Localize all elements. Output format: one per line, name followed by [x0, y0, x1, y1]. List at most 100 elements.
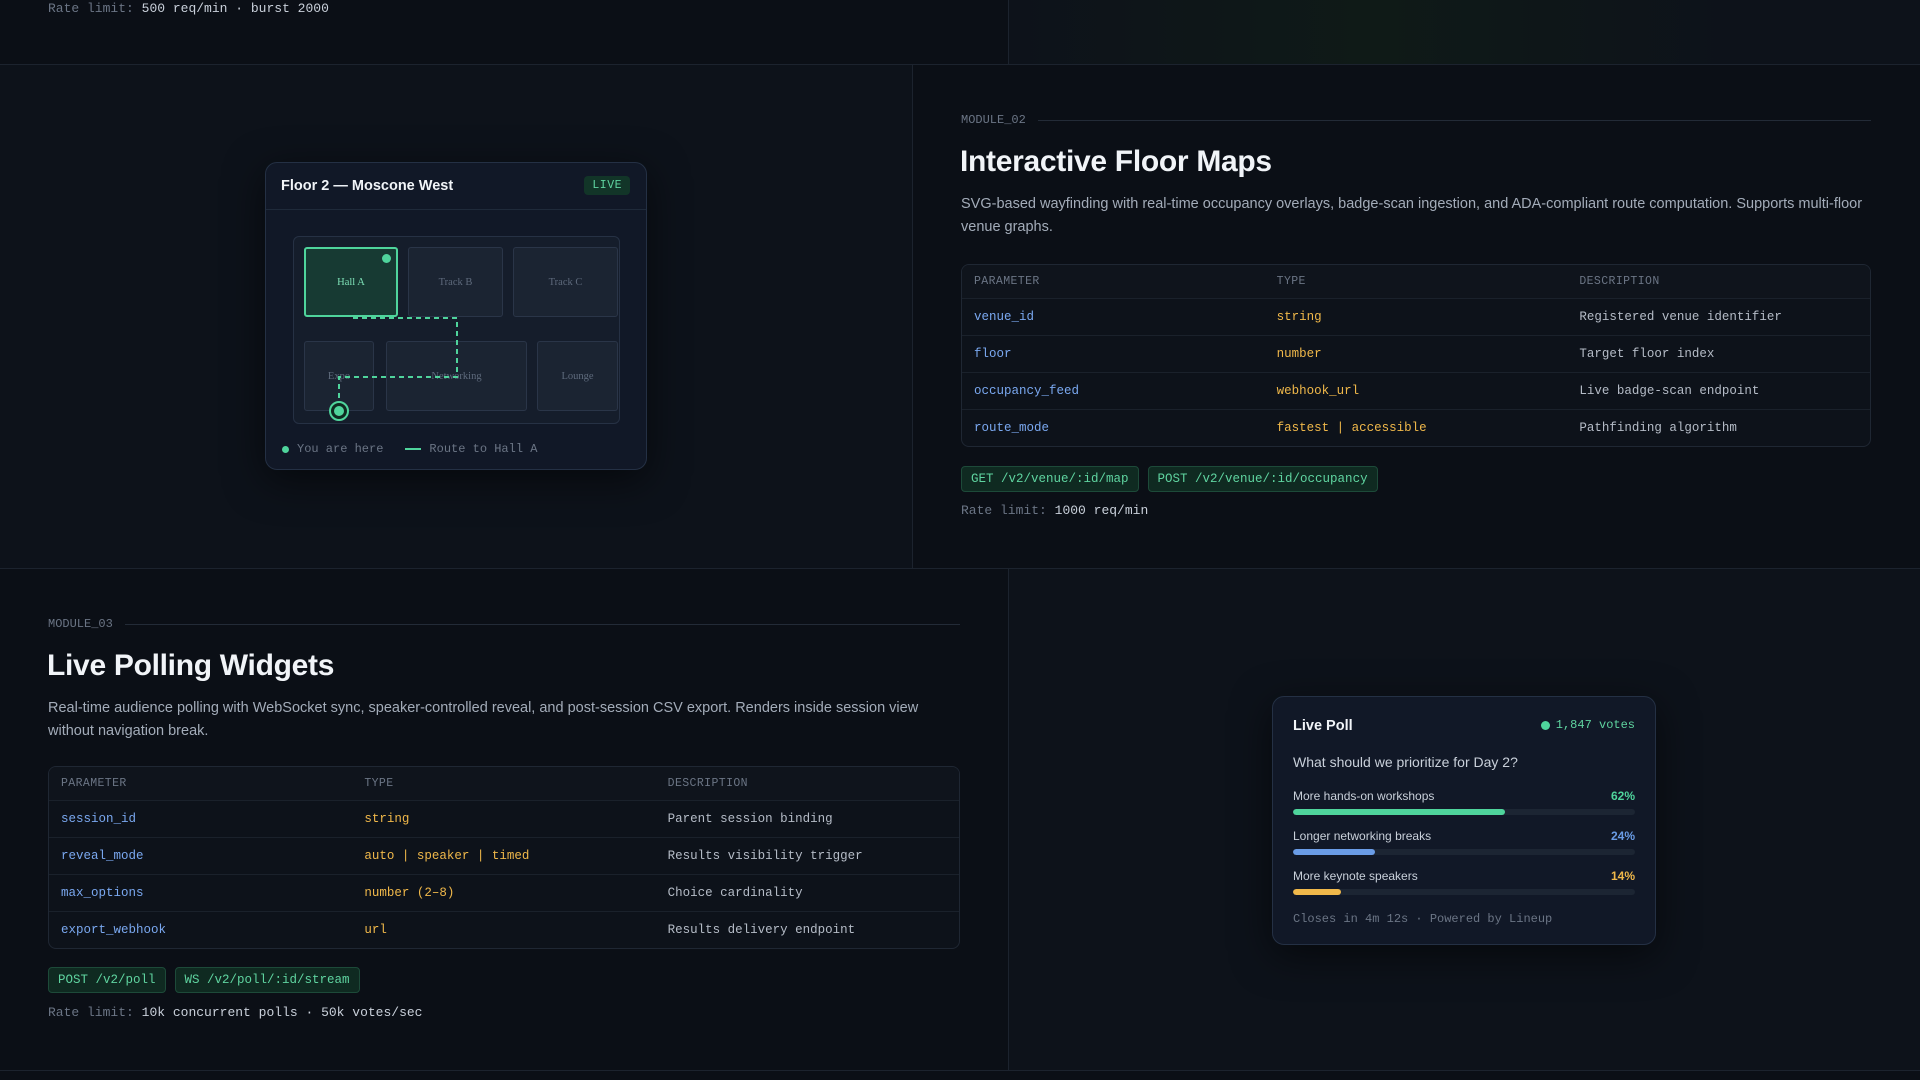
module-rate-limit: Rate limit: 10k concurrent polls · 50k v…: [48, 1005, 423, 1020]
here-dot-icon: [282, 445, 289, 453]
module-02-header: MODULE_02: [961, 113, 1871, 127]
route-line-icon: [405, 448, 422, 450]
module-description: SVG-based wayfinding with real-time occu…: [961, 196, 1863, 235]
param-type: number: [1276, 347, 1322, 361]
param-name: reveal_mode: [61, 849, 144, 863]
endpoint-ws-stream[interactable]: WS /v2/poll/:id/stream: [174, 967, 360, 993]
option-percent: 14%: [1610, 869, 1635, 883]
divider: [1008, 0, 1009, 64]
divider: [1008, 569, 1009, 1070]
param-type: string: [364, 812, 410, 826]
param-description: Live badge-scan endpoint: [1579, 384, 1760, 398]
vote-count: 1,847 votes: [1540, 718, 1635, 732]
header-parameter: PARAMETER: [61, 777, 127, 790]
param-name: floor: [974, 347, 1012, 361]
param-type: auto | speaker | timed: [364, 849, 530, 863]
rate-limit-label: Rate limit:: [48, 1, 134, 16]
param-description: Parent session binding: [667, 812, 833, 826]
endpoint-post-poll[interactable]: POST /v2/poll: [48, 967, 166, 993]
rate-limit-value: 500 req/min · burst 2000: [141, 1, 329, 16]
module-02-section: Floor 2 — Moscone West LIVE Hall A Track…: [0, 65, 1920, 569]
parameters-table: PARAMETER TYPE DESCRIPTION venue_id stri…: [961, 264, 1871, 447]
param-type: string: [1276, 310, 1322, 324]
header-type: TYPE: [364, 777, 394, 790]
module-label: MODULE_03: [48, 617, 113, 631]
poll-title: Live Poll: [1293, 718, 1353, 734]
live-badge: LIVE: [584, 176, 630, 195]
legend-here: You are here: [297, 442, 384, 456]
param-name: max_options: [61, 886, 144, 900]
page: Rate limit: 500 req/min · burst 2000 Flo…: [0, 0, 1920, 1080]
floor-map[interactable]: Hall A Track B Track C Expo Networking L…: [293, 236, 620, 424]
poll-footer: Closes in 4m 12s · Powered by Lineup: [1293, 912, 1553, 926]
header-description: DESCRIPTION: [1579, 275, 1660, 288]
param-description: Results delivery endpoint: [667, 923, 856, 937]
param-type: url: [364, 923, 387, 937]
param-name: occupancy_feed: [974, 384, 1080, 398]
table-row: max_options number (2–8) Choice cardinal…: [49, 874, 959, 911]
module-rate-limit: Rate limit: 1000 req/min: [961, 503, 1148, 518]
table-header: PARAMETER TYPE DESCRIPTION: [49, 767, 959, 800]
table-row: floor number Target floor index: [962, 335, 1870, 372]
module-rule: [1037, 119, 1871, 121]
option-label: More hands-on workshops: [1293, 789, 1435, 803]
module-description: Real-time audience polling with WebSocke…: [48, 700, 919, 739]
table-header: PARAMETER TYPE DESCRIPTION: [962, 265, 1870, 298]
option-bar-fill: [1293, 809, 1506, 815]
option-bar-fill: [1293, 889, 1341, 895]
rate-limit-label: Rate limit:: [961, 503, 1047, 518]
endpoint-post-occupancy[interactable]: POST /v2/venue/:id/occupancy: [1147, 466, 1378, 492]
header-parameter: PARAMETER: [974, 275, 1040, 288]
option-bar-fill: [1293, 849, 1376, 855]
module-title: Interactive Floor Maps: [960, 145, 1272, 178]
module-03-section: MODULE_03 Live Polling Widgets Real-time…: [0, 569, 1920, 1071]
live-dot-icon: [1540, 720, 1550, 730]
rate-limit-value: 1000 req/min: [1054, 503, 1149, 518]
top-section: Rate limit: 500 req/min · burst 2000: [0, 0, 1920, 65]
poll-question: What should we prioritize for Day 2?: [1293, 754, 1518, 770]
param-name: export_webhook: [61, 923, 167, 937]
rate-limit-label: Rate limit:: [48, 1005, 134, 1020]
floor-map-title: Floor 2 — Moscone West: [281, 178, 454, 194]
option-label: Longer networking breaks: [1293, 829, 1432, 843]
legend-route: Route to Hall A: [429, 442, 538, 456]
table-row: export_webhook url Results delivery endp…: [49, 911, 959, 948]
header-description: DESCRIPTION: [667, 777, 748, 790]
option-percent: 62%: [1610, 789, 1635, 803]
option-bar: [1293, 809, 1635, 815]
rate-limit-value: 10k concurrent polls · 50k votes/sec: [141, 1005, 423, 1020]
param-name: session_id: [61, 812, 137, 826]
option-label: More keynote speakers: [1293, 869, 1418, 883]
divider: [912, 65, 913, 568]
route-path: [338, 317, 458, 407]
you-are-here-marker: [334, 406, 344, 416]
floor-map-card: Floor 2 — Moscone West LIVE Hall A Track…: [265, 162, 647, 470]
param-name: venue_id: [974, 310, 1035, 324]
header-type: TYPE: [1276, 275, 1306, 288]
live-poll-card: Live Poll 1,847 votes What should we pri…: [1272, 696, 1656, 945]
vote-count-text: 1,847 votes: [1555, 718, 1635, 732]
endpoint-get-map[interactable]: GET /v2/venue/:id/map: [961, 466, 1139, 492]
param-description: Target floor index: [1579, 347, 1715, 361]
param-name: route_mode: [974, 421, 1050, 435]
param-description: Registered venue identifier: [1579, 310, 1782, 324]
module-03-header: MODULE_03: [48, 617, 960, 631]
parameters-table: PARAMETER TYPE DESCRIPTION session_id st…: [48, 766, 960, 949]
poll-option[interactable]: More keynote speakers 14%: [1293, 869, 1635, 895]
table-row: route_mode fastest | accessible Pathfind…: [962, 409, 1870, 446]
param-type: webhook_url: [1276, 384, 1360, 398]
endpoint-list: POST /v2/poll WS /v2/poll/:id/stream: [48, 967, 360, 993]
module-rule: [124, 623, 960, 625]
route-overlay: [329, 317, 458, 421]
poll-option[interactable]: More hands-on workshops 62%: [1293, 789, 1635, 815]
option-bar: [1293, 889, 1635, 895]
param-type: number (2–8): [364, 886, 455, 900]
module-label: MODULE_02: [961, 113, 1026, 127]
poll-option[interactable]: Longer networking breaks 24%: [1293, 829, 1635, 855]
param-description: Pathfinding algorithm: [1579, 421, 1737, 435]
card-divider: [266, 209, 646, 210]
param-description: Choice cardinality: [667, 886, 803, 900]
module-title: Live Polling Widgets: [47, 649, 335, 682]
option-bar: [1293, 849, 1635, 855]
table-row: venue_id string Registered venue identif…: [962, 298, 1870, 335]
